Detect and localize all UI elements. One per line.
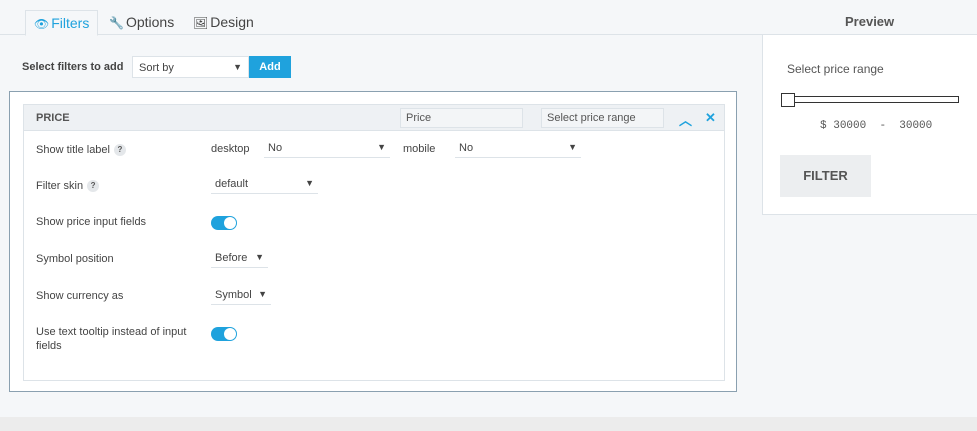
tab-design[interactable]: 🖼 Design bbox=[185, 10, 262, 35]
filter-name-value: Price bbox=[406, 112, 432, 124]
tooltip-label: Use text tooltip instead of input fields bbox=[36, 326, 187, 352]
close-icon[interactable]: ✕ bbox=[705, 110, 716, 126]
symbol-position-value: Before bbox=[215, 252, 248, 264]
range-min: 30000 bbox=[833, 120, 867, 132]
filter-placeholder-value: Select price range bbox=[547, 112, 636, 124]
select-filters-label: Select filters to add bbox=[22, 61, 124, 73]
currency-value: Symbol bbox=[215, 289, 252, 301]
price-slider-track[interactable] bbox=[782, 96, 959, 103]
caret-down-icon: ▼ bbox=[233, 62, 242, 72]
wrench-icon: 🔧 bbox=[109, 16, 124, 30]
show-title-label: Show title label? bbox=[36, 143, 126, 157]
price-range-readout: $ 30000 - 30000 bbox=[820, 120, 932, 132]
filter-skin-select[interactable]: default ▼ bbox=[211, 176, 318, 194]
mobile-select-value: No bbox=[459, 142, 474, 154]
caret-down-icon: ▼ bbox=[258, 289, 267, 299]
currency-select[interactable]: Symbol ▼ bbox=[211, 287, 271, 305]
sort-select-value: Sort by bbox=[139, 62, 174, 74]
caret-down-icon: ▼ bbox=[568, 142, 577, 152]
currency-symbol: $ bbox=[820, 120, 827, 132]
help-icon[interactable]: ? bbox=[87, 180, 100, 193]
tab-filters[interactable]: 👁 Filters bbox=[25, 10, 99, 36]
card-title: PRICE bbox=[36, 112, 70, 124]
image-icon: 🖼 bbox=[193, 16, 209, 30]
filter-name-input[interactable]: Price bbox=[400, 108, 523, 128]
tabs-bar: 👁 Filters 🔧 Options 🖼 Design bbox=[0, 0, 762, 36]
eye-icon: 👁 bbox=[34, 17, 50, 31]
range-max: 30000 bbox=[899, 120, 933, 132]
filter-button[interactable]: FILTER bbox=[780, 155, 871, 197]
help-icon[interactable]: ? bbox=[114, 144, 126, 157]
desktop-select-value: No bbox=[268, 142, 283, 154]
filters-panel: PRICE Price Select price range ︿ ✕ Show … bbox=[9, 91, 737, 392]
show-title-text: Show title label bbox=[36, 144, 110, 156]
desktop-select[interactable]: No ▼ bbox=[264, 140, 390, 158]
collapse-chevron-up-icon[interactable]: ︿ bbox=[679, 110, 692, 129]
preview-title: Preview bbox=[845, 14, 895, 29]
caret-down-icon: ▼ bbox=[305, 178, 314, 188]
tab-filters-label: Filters bbox=[51, 15, 90, 31]
toggle-knob bbox=[224, 328, 236, 340]
caret-down-icon: ▼ bbox=[377, 142, 386, 152]
filter-skin-value: default bbox=[215, 178, 249, 190]
tab-options[interactable]: 🔧 Options bbox=[101, 10, 182, 35]
bottom-strip bbox=[0, 417, 977, 431]
symbol-position-label: Symbol position bbox=[36, 253, 114, 265]
price-inputs-toggle[interactable] bbox=[211, 216, 237, 230]
mobile-select[interactable]: No ▼ bbox=[455, 140, 581, 158]
symbol-position-select[interactable]: Before ▼ bbox=[211, 250, 268, 268]
toggle-knob bbox=[224, 217, 236, 229]
mobile-label: mobile bbox=[403, 143, 436, 155]
currency-label: Show currency as bbox=[36, 290, 124, 302]
filter-skin-text: Filter skin bbox=[36, 180, 84, 192]
filter-placeholder-input[interactable]: Select price range bbox=[541, 108, 664, 128]
preview-panel: Select price range $ 30000 - 30000 FILTE… bbox=[762, 35, 977, 215]
tab-options-label: Options bbox=[125, 14, 175, 30]
filter-skin-label: Filter skin? bbox=[36, 179, 100, 193]
tooltip-toggle[interactable] bbox=[211, 327, 237, 341]
card-header: PRICE Price Select price range ︿ ✕ bbox=[24, 105, 724, 131]
price-filter-card: PRICE Price Select price range ︿ ✕ Show … bbox=[23, 104, 725, 381]
preview-filter-label: Select price range bbox=[787, 62, 884, 76]
price-slider-handle[interactable] bbox=[781, 93, 795, 107]
sort-select[interactable]: Sort by ▼ bbox=[132, 56, 249, 78]
desktop-label: desktop bbox=[211, 143, 250, 155]
range-separator: - bbox=[879, 120, 887, 132]
caret-down-icon: ▼ bbox=[255, 252, 264, 262]
add-button[interactable]: Add bbox=[249, 56, 291, 78]
price-inputs-label: Show price input fields bbox=[36, 216, 147, 228]
tab-design-label: Design bbox=[210, 14, 254, 30]
